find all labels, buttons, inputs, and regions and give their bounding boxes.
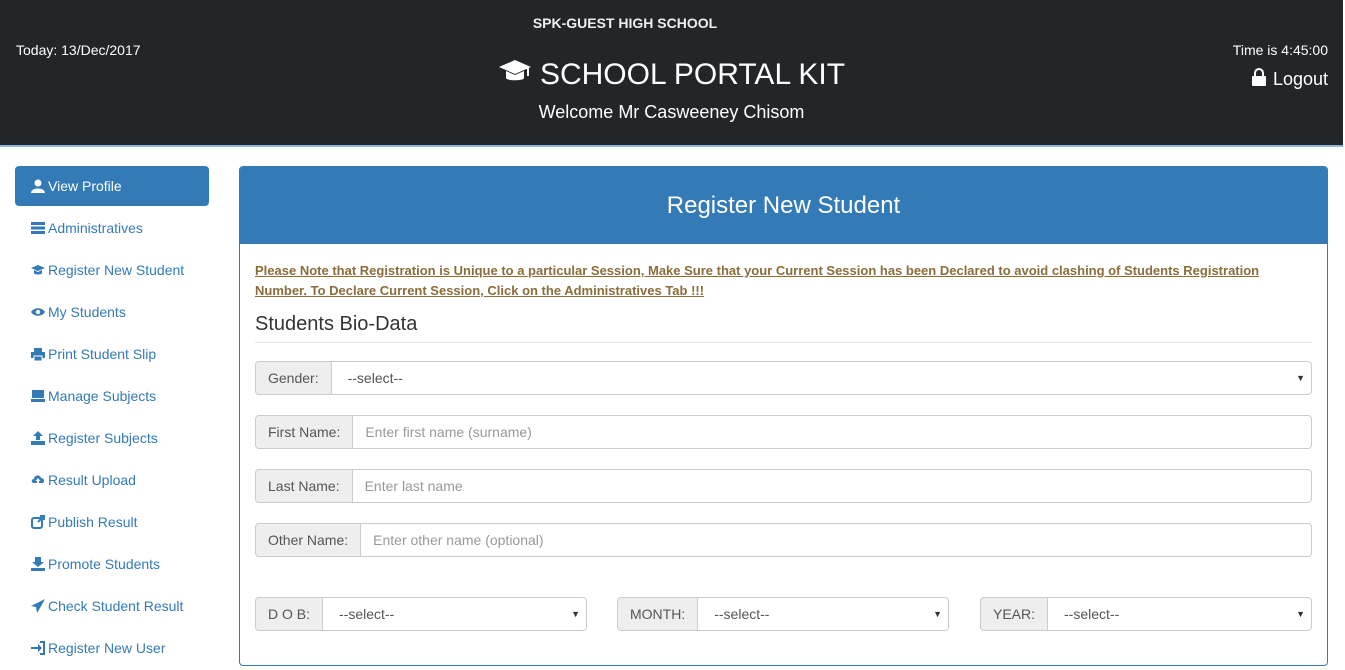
- upload-icon: [30, 431, 45, 445]
- section-title: Students Bio-Data: [255, 313, 1312, 343]
- login-icon: [30, 641, 45, 655]
- gender-group: Gender: --select-- ▼: [255, 361, 1312, 395]
- first-name-group: First Name:: [255, 415, 1312, 449]
- dob-select[interactable]: --select-- ▼: [323, 597, 587, 631]
- sidebar-item-label: Register Subjects: [48, 430, 158, 446]
- chevron-down-icon: ▼: [571, 609, 580, 619]
- year-group: YEAR: --select-- ▼: [980, 597, 1312, 631]
- sidebar-item-label: Register New User: [48, 640, 166, 656]
- today-date: Today: 13/Dec/2017: [16, 42, 141, 58]
- sidebar-item-promote-students[interactable]: Promote Students: [15, 544, 209, 584]
- send-icon: [30, 599, 45, 613]
- sidebar-item-label: My Students: [48, 304, 126, 320]
- chevron-down-icon: ▼: [933, 609, 942, 619]
- sidebar-item-check-student-result[interactable]: Check Student Result: [15, 586, 209, 626]
- print-icon: [30, 347, 45, 361]
- dob-label: D O B:: [255, 597, 324, 631]
- first-name-input[interactable]: [353, 415, 1312, 449]
- chevron-down-icon: ▼: [1296, 373, 1305, 383]
- sidebar-item-label: View Profile: [48, 178, 122, 194]
- last-name-input[interactable]: [352, 469, 1312, 503]
- sidebar-item-label: Publish Result: [48, 514, 138, 530]
- sidebar-item-label: Register New Student: [48, 262, 185, 278]
- share-icon: [30, 515, 45, 529]
- gender-select[interactable]: --select-- ▼: [331, 361, 1312, 395]
- graduation-cap-icon: [30, 263, 45, 277]
- last-name-group: Last Name:: [255, 469, 1312, 503]
- sidebar-item-manage-subjects[interactable]: Manage Subjects: [15, 376, 209, 416]
- session-notice: Please Note that Registration is Unique …: [255, 263, 1260, 298]
- panel-title: Register New Student: [240, 167, 1327, 244]
- brand-title: SCHOOL PORTAL KIT: [539, 58, 846, 91]
- graduation-cap-icon: [498, 58, 532, 92]
- gender-label: Gender:: [255, 361, 332, 395]
- other-name-label: Other Name:: [255, 523, 362, 557]
- top-header: SPK-GUEST HIGH SCHOOL Today: 13/Dec/2017…: [0, 0, 1343, 147]
- brand: SCHOOL PORTAL KIT: [0, 58, 1343, 92]
- sidebar-item-my-students[interactable]: My Students: [15, 292, 209, 332]
- dob-group: D O B: --select-- ▼: [255, 597, 587, 631]
- year-label: YEAR:: [980, 597, 1049, 631]
- other-name-input[interactable]: [361, 523, 1312, 557]
- monitor-icon: [30, 389, 45, 403]
- last-name-label: Last Name:: [255, 469, 353, 503]
- sidebar-item-register-new-user[interactable]: Register New User: [15, 628, 209, 668]
- sidebar-item-view-profile[interactable]: View Profile: [15, 166, 209, 206]
- chevron-down-icon: ▼: [1296, 609, 1305, 619]
- promote-icon: [30, 557, 45, 571]
- dob-select-value: --select--: [339, 606, 395, 622]
- year-select-value: --select--: [1064, 606, 1120, 622]
- eye-icon: [30, 305, 45, 319]
- user-icon: [30, 179, 45, 193]
- sidebar-item-label: Manage Subjects: [48, 388, 157, 404]
- current-time: Time is 4:45:00: [1232, 42, 1328, 58]
- welcome-message: Welcome Mr Casweeney Chisom: [538, 102, 805, 122]
- school-name: SPK-GUEST HIGH SCHOOL: [532, 15, 718, 31]
- sidebar-item-label: Promote Students: [48, 556, 161, 572]
- month-label: MONTH:: [617, 597, 699, 631]
- first-name-label: First Name:: [255, 415, 354, 449]
- sidebar-item-administratives[interactable]: Administratives: [15, 208, 209, 248]
- sidebar-item-label: Result Upload: [48, 472, 136, 488]
- month-select[interactable]: --select-- ▼: [698, 597, 949, 631]
- year-select[interactable]: --select-- ▼: [1048, 597, 1312, 631]
- month-group: MONTH: --select-- ▼: [617, 597, 949, 631]
- month-select-value: --select--: [714, 606, 770, 622]
- list-icon: [30, 221, 45, 235]
- gender-select-value: --select--: [347, 370, 403, 386]
- register-student-panel: Register New Student Please Note that Re…: [239, 166, 1328, 666]
- cloud-upload-icon: [30, 473, 45, 487]
- sidebar-item-publish-result[interactable]: Publish Result: [15, 502, 209, 542]
- other-name-group: Other Name:: [255, 523, 1312, 557]
- sidebar-item-print-student-slip[interactable]: Print Student Slip: [15, 334, 209, 374]
- sidebar-item-register-subjects[interactable]: Register Subjects: [15, 418, 209, 458]
- sidebar-item-register-new-student[interactable]: Register New Student: [15, 250, 209, 290]
- sidebar-item-label: Check Student Result: [48, 598, 184, 614]
- sidebar-nav: View Profile Administratives Register Ne…: [15, 166, 209, 670]
- sidebar-item-result-upload[interactable]: Result Upload: [15, 460, 209, 500]
- sidebar-item-label: Administratives: [48, 220, 143, 236]
- sidebar-item-label: Print Student Slip: [48, 346, 157, 362]
